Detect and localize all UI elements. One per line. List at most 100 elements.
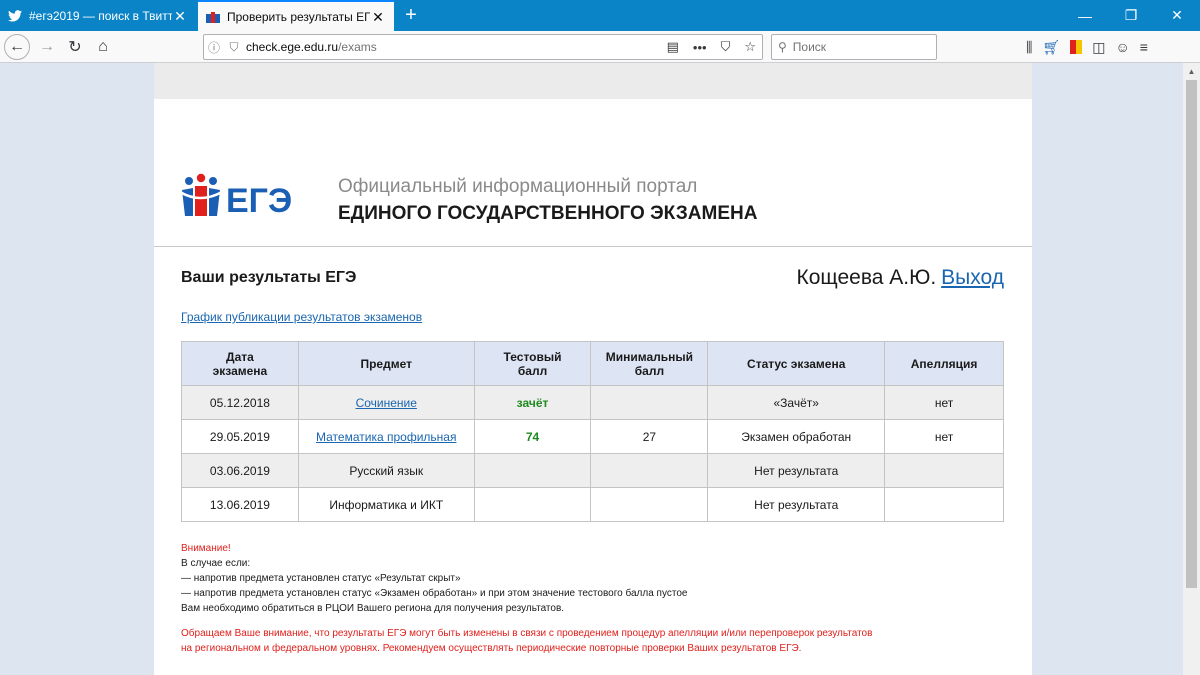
url-text[interactable]: check.ege.edu.ru/exams xyxy=(246,40,377,54)
page-top-strip xyxy=(154,63,1032,99)
results-title: Ваши результаты ЕГЭ xyxy=(181,269,357,286)
table-row: 29.05.2019 Математика профильная 74 27 Э… xyxy=(181,419,1004,454)
account-icon[interactable]: ☺ xyxy=(1115,39,1129,55)
url-actions: ▤ ••• ⛉ ☆ xyxy=(667,35,756,59)
cell-subject: Информатика и ИКТ xyxy=(297,487,475,522)
close-tab-icon[interactable]: ✕ xyxy=(172,8,188,24)
cell-subject: Математика профильная xyxy=(297,419,475,454)
back-button[interactable]: ← xyxy=(4,34,30,60)
cell-appeal: нет xyxy=(884,419,1004,454)
ege-logo[interactable]: ЕГЭ xyxy=(179,172,302,220)
cell-status: Нет результата xyxy=(707,487,886,522)
scrollbar[interactable]: ▲ xyxy=(1183,63,1200,675)
close-window-icon[interactable]: ✕ xyxy=(1154,0,1200,31)
tab-ege[interactable]: Проверить результаты ЕГЭ / С ✕ xyxy=(198,0,394,31)
sidebar-icon[interactable]: ◫ xyxy=(1092,39,1105,56)
tab-bar: #егэ2019 — поиск в Твиттере ✕ Проверить … xyxy=(0,0,1200,31)
notice-line: Вам необходимо обратиться в РЦОИ Вашего … xyxy=(181,603,565,614)
results-table: Дата экзамена Предмет Тестовый балл Минима… xyxy=(181,341,1004,522)
col-header-status: Статус экзамена xyxy=(707,341,886,386)
cell-min-score xyxy=(590,487,709,522)
tab-twitter[interactable]: #егэ2019 — поиск в Твиттере ✕ xyxy=(0,0,196,31)
reader-view-icon[interactable]: ▤ xyxy=(667,39,679,55)
library-icon[interactable]: ⫼ xyxy=(1026,39,1032,56)
bookmark-star-icon[interactable]: ☆ xyxy=(744,39,756,55)
page-content: ЕГЭ Официальный информационный портал ЕД… xyxy=(154,63,1032,675)
cell-score: зачёт xyxy=(473,385,592,420)
ege-logo-figures xyxy=(179,173,223,216)
search-placeholder: Поиск xyxy=(792,40,827,54)
scroll-thumb[interactable] xyxy=(1186,80,1197,588)
portal-header: ЕГЭ Официальный информационный портал ЕД… xyxy=(154,99,1032,247)
logout-link[interactable]: Выход xyxy=(941,266,1004,289)
cell-score: 74 xyxy=(473,419,592,454)
cell-date: 29.05.2019 xyxy=(181,419,299,454)
cell-score xyxy=(473,453,592,488)
ege-favicon xyxy=(206,10,220,24)
info-icon[interactable]: ⓘ xyxy=(204,39,224,56)
url-path: /exams xyxy=(338,40,377,54)
cell-appeal: нет xyxy=(884,385,1004,420)
cart-icon[interactable]: 🛒︎ xyxy=(1042,39,1060,56)
subject-link[interactable]: Математика профильная xyxy=(316,430,456,444)
ege-logo-text: ЕГЭ xyxy=(226,182,292,220)
nav-bar: ← → ↻ ⌂ ⓘ ⛉ check.ege.edu.ru/exams ▤ •••… xyxy=(0,31,1200,63)
cell-subject: Русский язык xyxy=(297,453,475,488)
user-block: Кощеева А.Ю. Выход xyxy=(797,266,1004,290)
cell-subject: Сочинение xyxy=(297,385,475,420)
cell-min-score: 27 xyxy=(590,419,709,454)
menu-icon[interactable]: ≡ xyxy=(1140,39,1148,55)
col-header-min-score: Минимальный балл xyxy=(590,341,709,386)
minimize-icon[interactable]: — xyxy=(1062,0,1108,31)
cell-min-score xyxy=(590,385,709,420)
tab-title: #егэ2019 — поиск в Твиттере xyxy=(29,8,172,23)
user-name: Кощеева А.Ю. xyxy=(796,266,937,289)
cell-status: «Зачёт» xyxy=(707,385,886,420)
schedule-link[interactable]: График публикации результатов экзаменов xyxy=(181,310,422,324)
reload-button[interactable]: ↻ xyxy=(62,34,88,60)
col-header-test-score: Тестовый балл xyxy=(473,341,592,386)
twitter-bird-icon xyxy=(8,9,22,23)
portal-title: ЕДИНОГО ГОСУДАРСТВЕННОГО ЭКЗАМЕНА xyxy=(338,203,758,224)
address-bar[interactable]: ⓘ ⛉ check.ege.edu.ru/exams ▤ ••• ⛉ ☆ xyxy=(203,34,763,60)
home-button[interactable]: ⌂ xyxy=(90,34,116,60)
shield-icon[interactable]: ⛉ xyxy=(224,40,244,55)
portal-subtitle: Официальный информационный портал xyxy=(338,176,698,197)
search-input[interactable]: ⚲ Поиск xyxy=(771,34,937,60)
cell-min-score xyxy=(590,453,709,488)
subject-link[interactable]: Сочинение xyxy=(356,396,417,410)
page-actions-icon[interactable]: ••• xyxy=(693,40,707,55)
new-tab-button[interactable]: + xyxy=(400,4,422,26)
cell-status: Экзамен обработан xyxy=(707,419,886,454)
cell-score xyxy=(473,487,592,522)
forward-button[interactable]: → xyxy=(34,34,60,60)
notice-warning: Внимание! xyxy=(181,543,231,554)
toolbar-icons: ⫼ 🛒︎ ◫ ☺ ≡ xyxy=(1026,34,1148,60)
col-header-appeal: Апелляция xyxy=(884,341,1004,386)
table-header-row: Дата экзамена Предмет Тестовый балл Минима… xyxy=(181,341,1004,386)
cell-date: 03.06.2019 xyxy=(181,453,299,488)
reload-icon: ↻ xyxy=(68,39,82,56)
table-row: 13.06.2019 Информатика и ИКТ Нет результ… xyxy=(181,487,1004,522)
home-icon: ⌂ xyxy=(98,38,108,55)
restore-icon[interactable]: ❐ xyxy=(1108,0,1154,31)
cell-status: Нет результата xyxy=(707,453,886,488)
notice-line: В случае если: xyxy=(181,558,251,569)
notice-red-line: на региональном и федеральном уровнях. Р… xyxy=(181,643,802,654)
scroll-up-icon[interactable]: ▲ xyxy=(1183,63,1200,80)
cell-appeal xyxy=(884,487,1004,522)
col-header-date: Дата экзамена xyxy=(181,341,299,386)
table-row: 05.12.2018 Сочинение зачёт «Зачёт» нет xyxy=(181,385,1004,420)
url-host: check.ege.edu.ru xyxy=(246,40,339,54)
pocket-icon[interactable]: ⛉ xyxy=(721,39,731,55)
notice-red-block: Обращаем Ваше внимание, что результаты Е… xyxy=(181,626,872,656)
tab-title: Проверить результаты ЕГЭ / С xyxy=(227,9,370,24)
arrow-right-icon: → xyxy=(39,38,55,55)
table-row: 03.06.2019 Русский язык Нет результата xyxy=(181,453,1004,488)
col-header-subject: Предмет xyxy=(297,341,475,386)
close-tab-icon[interactable]: ✕ xyxy=(370,9,386,25)
extension-icon[interactable] xyxy=(1070,40,1083,54)
notice-line: — напротив предмета установлен статус «Э… xyxy=(181,588,688,599)
cell-date: 13.06.2019 xyxy=(181,487,299,522)
notice-block: Внимание! В случае если: — напротив пред… xyxy=(181,541,687,616)
